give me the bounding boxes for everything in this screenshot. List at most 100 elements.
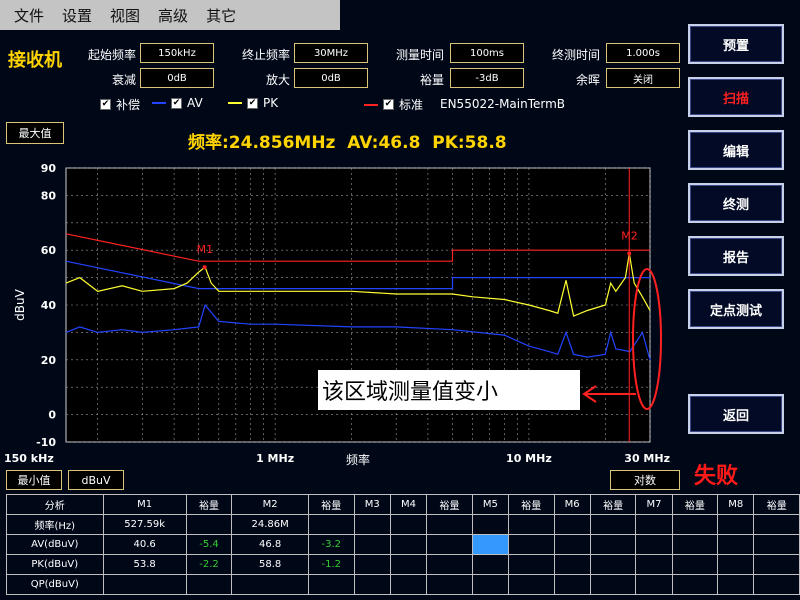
final-time-field[interactable]: 1.000s [606,43,680,63]
table-cell[interactable] [717,554,755,575]
table-cell[interactable] [589,574,637,595]
table-cell[interactable] [426,514,473,535]
amp-field[interactable]: 0dB [294,68,368,88]
log-scale-box[interactable]: 对数 [610,470,680,490]
table-cell[interactable] [671,554,719,575]
table-cell[interactable]: 527.59k [102,514,187,535]
table-cell[interactable] [753,514,800,535]
table-cell[interactable] [508,554,555,575]
table-cell[interactable] [717,574,755,595]
av-checkbox[interactable]: ✔ [171,97,182,109]
pk-checkbox[interactable]: ✔ [247,97,258,109]
app-title: 接收机 [8,50,62,71]
table-cell[interactable] [553,574,591,595]
max-value-box[interactable]: 最大值 [6,122,64,144]
stop-freq-field[interactable]: 30MHz [294,43,368,63]
table-cell[interactable] [389,574,428,595]
legend-av[interactable]: ✔ AV [152,96,203,110]
atten-field[interactable]: 0dB [140,68,214,88]
table-cell[interactable] [426,534,473,555]
comp-checkbox[interactable]: ✔ [100,99,111,110]
legend-pk[interactable]: ✔ PK [228,96,278,110]
margin-field[interactable]: -3dB [450,68,524,88]
table-cell[interactable] [185,514,233,535]
table-cell[interactable] [589,514,637,535]
legend-std[interactable]: ✔ 标准 [364,96,423,113]
table-cell[interactable] [353,554,391,575]
table-cell[interactable] [671,514,719,535]
unit-box[interactable]: dBuV [68,470,124,490]
table-cell[interactable] [589,554,637,575]
table-cell[interactable] [471,554,510,575]
table-cell[interactable] [308,574,355,595]
table-cell[interactable]: 58.8 [231,554,310,575]
table-cell[interactable] [508,514,555,535]
table-cell[interactable] [471,514,510,535]
table-cell[interactable]: -3.2 [308,534,355,555]
table-cell[interactable]: QP(dBuV) [6,574,104,595]
table-cell[interactable]: -2.2 [185,554,233,575]
table-row: 频率(Hz) 527.59k 24.86M [6,514,800,535]
table-cell[interactable] [389,554,428,575]
table-cell[interactable]: -1.2 [308,554,355,575]
table-cell[interactable] [389,514,428,535]
table-cell[interactable] [717,534,755,555]
table-cell[interactable] [589,534,637,555]
table-cell[interactable]: 40.6 [102,534,187,555]
table-cell[interactable]: AV(dBuV) [6,534,104,555]
final-test-button[interactable]: 终测 [688,183,784,223]
amp-label: 放大 [265,73,290,87]
table-cell[interactable] [553,534,591,555]
table-cell[interactable] [635,514,673,535]
table-cell[interactable] [508,534,555,555]
table-cell[interactable] [308,514,355,535]
table-cell[interactable] [553,554,591,575]
table-cell[interactable] [426,554,473,575]
scan-button[interactable]: 扫描 [688,77,784,117]
table-cell[interactable] [353,574,391,595]
table-cell[interactable] [185,574,233,595]
table-cell[interactable] [635,534,673,555]
menu-file[interactable]: 文件 [14,5,44,26]
legend-comp[interactable]: ✔ 补偿 [100,96,140,113]
edit-button[interactable]: 编辑 [688,130,784,170]
fixed-point-test-button[interactable]: 定点测试 [688,289,784,329]
min-value-box[interactable]: 最小值 [6,470,62,490]
menu-settings[interactable]: 设置 [62,5,92,26]
start-freq-field[interactable]: 150kHz [140,43,214,63]
table-cell[interactable] [671,574,719,595]
table-cell[interactable]: -5.4 [185,534,233,555]
menu-advanced[interactable]: 高级 [158,5,188,26]
table-cell[interactable] [508,574,555,595]
report-button[interactable]: 报告 [688,236,784,276]
table-header-cell: 裕量 [589,494,637,515]
table-cell[interactable] [102,574,187,595]
preset-button[interactable]: 预置 [688,24,784,64]
table-cell[interactable] [353,534,391,555]
menu-other[interactable]: 其它 [206,5,236,26]
table-cell[interactable] [353,514,391,535]
table-cell[interactable] [471,534,510,555]
std-checkbox[interactable]: ✔ [383,99,394,110]
back-button[interactable]: 返回 [688,394,784,434]
meas-time-field[interactable]: 100ms [450,43,524,63]
table-cell[interactable] [471,574,510,595]
afterglow-field[interactable]: 关闭 [606,68,680,88]
table-cell[interactable]: 频率(Hz) [6,514,104,535]
table-cell[interactable]: PK(dBuV) [6,554,104,575]
menu-view[interactable]: 视图 [110,5,140,26]
table-cell[interactable]: 24.86M [231,514,310,535]
table-cell[interactable] [635,574,673,595]
table-cell[interactable]: 53.8 [102,554,187,575]
table-cell[interactable] [553,514,591,535]
table-cell[interactable] [426,574,473,595]
table-cell[interactable] [635,554,673,575]
table-cell[interactable] [753,574,800,595]
table-cell[interactable] [671,534,719,555]
table-cell[interactable] [753,534,800,555]
table-cell[interactable]: 46.8 [231,534,310,555]
table-cell[interactable] [717,514,755,535]
table-cell[interactable] [753,554,800,575]
table-cell[interactable] [231,574,310,595]
table-cell[interactable] [389,534,428,555]
